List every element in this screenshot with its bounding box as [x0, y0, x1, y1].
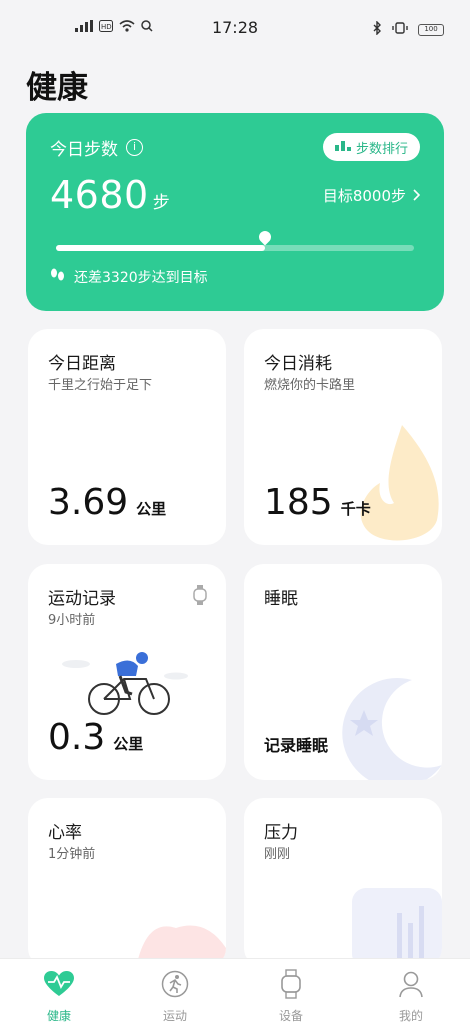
sleep-title: 睡眠 [264, 589, 298, 609]
steps-unit: 步 [152, 193, 170, 213]
cyclist-illustration-icon [62, 652, 188, 715]
flame-icon [360, 425, 439, 541]
distance-value: 3.69 公里 [48, 482, 166, 523]
steps-progress-fill [56, 245, 266, 251]
steps-rank-label: 步数排行 [355, 141, 408, 157]
run-icon [160, 969, 190, 999]
stress-card[interactable]: 压力 刚刚 [244, 798, 442, 968]
steps-value: 4680 步 [50, 173, 170, 217]
stress-title: 压力 [264, 823, 298, 843]
steps-rank-button[interactable]: 步数排行 [322, 133, 420, 161]
moon-icon [342, 678, 442, 780]
workout-unit: 公里 [113, 735, 144, 753]
sleep-record-label[interactable]: 记录睡眠 [264, 732, 328, 756]
stress-chart-icon [352, 888, 442, 968]
tab-exercise-label: 运动 [162, 1009, 187, 1023]
calories-card[interactable]: 今日消耗 燃烧你的卡路里 185 千卡 [244, 329, 442, 545]
sleep-card[interactable]: 睡眠 记录睡眠 [244, 564, 442, 780]
steps-goal-label: 目标8000步 [322, 187, 406, 205]
info-icon[interactable]: i [126, 139, 143, 156]
steps-count: 4680 [50, 173, 149, 217]
workout-number: 0.3 [48, 717, 106, 758]
steps-goal-link[interactable]: 目标8000步 [322, 185, 421, 206]
distance-number: 3.69 [48, 482, 129, 523]
rank-icon [334, 139, 351, 155]
steps-title-label: 今日步数 [50, 140, 118, 160]
workout-title: 运动记录 [48, 589, 116, 609]
heart-icon [44, 969, 74, 999]
chevron-right-icon [412, 187, 421, 205]
distance-subtitle: 千里之行始于足下 [48, 378, 153, 393]
bluetooth-icon [372, 20, 382, 39]
calories-unit: 千卡 [340, 500, 371, 518]
bottom-tab-bar: 健康 运动 设备 我的 [0, 958, 470, 1032]
tab-devices[interactable]: 设备 [246, 969, 336, 1024]
calories-subtitle: 燃烧你的卡路里 [264, 378, 356, 393]
distance-unit: 公里 [136, 500, 167, 518]
workout-subtitle: 9小时前 [48, 613, 96, 628]
watch-small-icon[interactable] [192, 584, 208, 610]
calories-value: 185 千卡 [264, 482, 371, 523]
calories-number: 185 [264, 482, 333, 523]
steps-progress-bar [56, 228, 414, 251]
watch-icon [276, 969, 306, 999]
calories-title: 今日消耗 [264, 354, 332, 374]
tab-health-label: 健康 [46, 1009, 71, 1023]
page-title: 健康 [26, 70, 88, 106]
steps-card[interactable]: 今日步数 i 步数排行 4680 步 目标8000步 还差3320步达到目标 [26, 113, 444, 311]
steps-remaining: 还差3320步达到目标 [50, 267, 208, 287]
vibrate-icon [392, 20, 408, 39]
steps-remaining-label: 还差3320步达到目标 [74, 270, 208, 286]
tab-exercise[interactable]: 运动 [130, 969, 220, 1024]
tab-health[interactable]: 健康 [14, 969, 104, 1024]
workout-card[interactable]: 运动记录 9小时前 0.3 公里 [28, 564, 226, 780]
status-bar: HD 17:28 100 [0, 0, 470, 58]
distance-title: 今日距离 [48, 354, 116, 374]
heart-rate-subtitle: 1分钟前 [48, 847, 96, 862]
status-icons-right: 100 [372, 20, 444, 39]
workout-value: 0.3 公里 [48, 717, 143, 758]
tab-me[interactable]: 我的 [366, 969, 456, 1024]
heart-rate-card[interactable]: 心率 1分钟前 [28, 798, 226, 968]
steps-title: 今日步数 i [50, 135, 143, 160]
battery-icon: 100 [418, 23, 444, 36]
heart-rate-title: 心率 [48, 823, 82, 843]
tab-devices-label: 设备 [278, 1009, 303, 1023]
progress-marker-icon [256, 228, 274, 246]
stress-subtitle: 刚刚 [264, 847, 291, 862]
tab-me-label: 我的 [398, 1009, 423, 1023]
footprints-icon [50, 268, 66, 286]
distance-card[interactable]: 今日距离 千里之行始于足下 3.69 公里 [28, 329, 226, 545]
user-icon [396, 969, 426, 999]
